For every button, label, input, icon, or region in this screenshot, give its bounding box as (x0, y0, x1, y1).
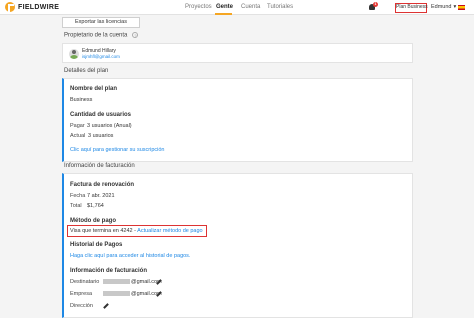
user-name: Edmund (431, 4, 452, 10)
card-info: Visa que termina en 4242 - Actualizar mé… (70, 228, 203, 234)
plan-business-button[interactable]: Plan Business (395, 3, 428, 13)
company-value: @gmail.com (103, 291, 162, 297)
edit-recipient-pencil-icon[interactable] (156, 279, 162, 285)
pay-value: 3 usuarios (Anual) (87, 123, 132, 129)
plan-name-value: Business (70, 97, 93, 103)
nav-tab-projects[interactable]: Proyectos (185, 4, 212, 10)
user-count-label: Cantidad de usuarios (70, 112, 132, 118)
payment-history-label: Historial de Pagos (70, 242, 123, 248)
edit-company-pencil-icon[interactable] (156, 291, 162, 297)
nav-tab-people[interactable]: Gente (216, 4, 233, 10)
billing-card: Factura de renovación Fecha 7 abr. 2021 … (62, 173, 413, 318)
billing-info-label: Información de facturación (70, 268, 148, 274)
notifications-bell-icon[interactable]: 1 (368, 2, 378, 12)
payment-method-label: Método de pago (70, 218, 116, 224)
nav-tab-tutorials[interactable]: Tutoriales (267, 4, 293, 10)
top-nav-bar: FIELDWIRE Proyectos Gente Cuenta Tutoria… (0, 0, 474, 15)
language-flag-icon[interactable] (458, 5, 465, 10)
user-menu[interactable]: Edmund ▾ (431, 4, 456, 10)
company-key: Empresa (70, 291, 93, 297)
total-key: Total (70, 203, 82, 209)
update-payment-method-link[interactable]: Actualizar método de pago (137, 228, 202, 234)
payment-history-link[interactable]: Haga clic aquí para acceder al historial… (70, 253, 190, 259)
pay-key: Pagar (70, 123, 85, 129)
fieldwire-logo[interactable]: FIELDWIRE (5, 2, 59, 12)
recipient-key: Destinatario (70, 279, 100, 285)
date-key: Fecha (70, 193, 86, 199)
main-content: Exportar las licencias Propietario de la… (58, 15, 413, 318)
nav-tab-account[interactable]: Cuenta (241, 4, 260, 10)
owner-section-title: Propietario de la cuenta? (64, 32, 139, 39)
redacted-text (103, 279, 130, 285)
plan-name-label: Nombre del plan (70, 86, 118, 92)
renewal-invoice-label: Factura de renovación (70, 182, 135, 188)
chevron-down-icon: ▾ (453, 4, 457, 10)
export-licenses-button[interactable]: Exportar las licencias (62, 17, 140, 28)
notification-count-badge: 1 (373, 2, 378, 7)
recipient-value: @gmail.com (103, 279, 162, 285)
date-value: 7 abr. 2021 (87, 193, 115, 199)
plan-section-title: Detalles del plan (64, 68, 109, 74)
owner-card: Edmund Hillary isjmhfl@gmail.com (62, 43, 413, 63)
manage-subscription-link[interactable]: Clic aquí para gestionar su suscripción (70, 147, 164, 153)
current-key: Actual (70, 133, 86, 139)
address-key: Dirección (70, 303, 93, 309)
help-icon[interactable]: ? (132, 32, 139, 38)
plan-details-card: Nombre del plan Business Cantidad de usu… (62, 78, 413, 162)
billing-section-title: Información de facturación (64, 163, 135, 169)
brand-name: FIELDWIRE (18, 3, 60, 11)
total-value: $1,764 (87, 203, 104, 209)
edit-address-pencil-icon[interactable] (103, 303, 109, 309)
fieldwire-logo-icon (5, 2, 15, 12)
current-value: 3 usuarios (88, 133, 114, 139)
avatar (69, 49, 79, 59)
card-info-text: Visa que termina en 4242 - (70, 228, 138, 234)
owner-section-title-text: Propietario de la cuenta (64, 32, 128, 39)
owner-email-link[interactable]: isjmhfl@gmail.com (82, 54, 120, 59)
redacted-text (103, 291, 130, 297)
